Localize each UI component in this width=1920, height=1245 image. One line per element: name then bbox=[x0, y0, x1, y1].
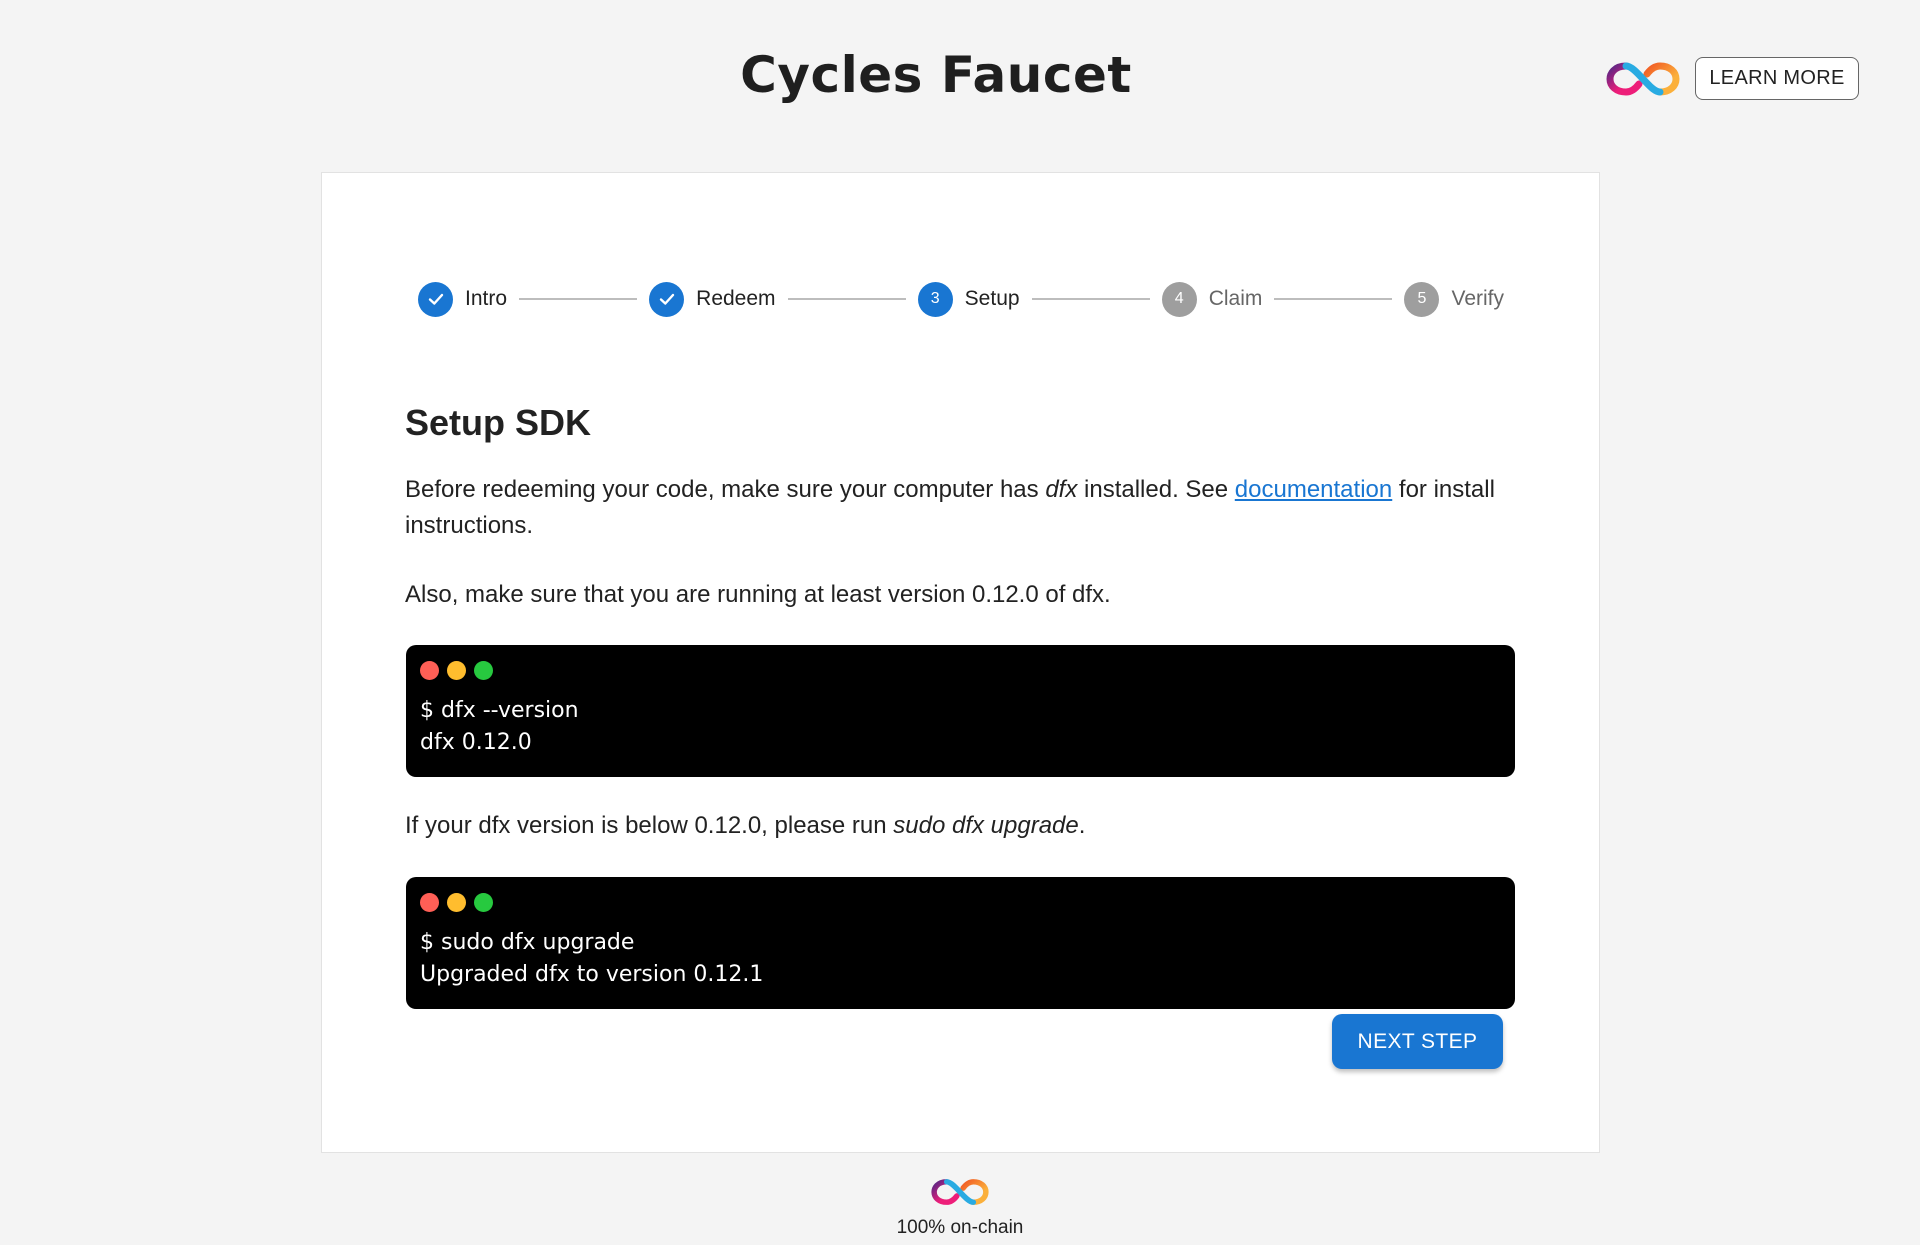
step-label: Intro bbox=[465, 287, 508, 310]
step-redeem: Redeem bbox=[649, 281, 776, 317]
intro-text: Before redeeming your code, make sure yo… bbox=[405, 476, 1046, 503]
intro-paragraph: Before redeeming your code, make sure yo… bbox=[405, 472, 1515, 544]
documentation-link[interactable]: documentation bbox=[1235, 476, 1392, 503]
upgrade-text: If your dfx version is below 0.12.0, ple… bbox=[405, 812, 894, 839]
terminal-line: $ dfx --version bbox=[420, 698, 579, 723]
step-label: Verify bbox=[1451, 287, 1505, 310]
green-dot-icon bbox=[474, 893, 493, 912]
step-connector bbox=[519, 298, 638, 300]
step-setup: 3 Setup bbox=[917, 281, 1020, 317]
window-controls bbox=[420, 661, 1501, 681]
next-step-button[interactable]: NEXT STEP bbox=[1332, 1014, 1503, 1069]
terminal-version: $ dfx --version dfx 0.12.0 bbox=[406, 645, 1515, 777]
terminal-line: dfx 0.12.0 bbox=[420, 730, 532, 755]
step-number-icon: 4 bbox=[1161, 281, 1197, 317]
step-connector bbox=[1031, 298, 1150, 300]
yellow-dot-icon bbox=[447, 661, 466, 680]
terminal-upgrade: $ sudo dfx upgrade Upgraded dfx to versi… bbox=[406, 877, 1515, 1009]
footer-text: 100% on-chain bbox=[896, 1217, 1024, 1238]
infinity-logo-icon bbox=[931, 1179, 989, 1205]
window-controls bbox=[420, 893, 1501, 913]
step-verify: 5 Verify bbox=[1404, 281, 1505, 317]
upgrade-text: . bbox=[1078, 812, 1086, 839]
red-dot-icon bbox=[420, 661, 439, 680]
check-icon bbox=[649, 281, 685, 317]
yellow-dot-icon bbox=[447, 893, 466, 912]
step-label: Setup bbox=[964, 287, 1020, 310]
page-title: Cycles Faucet bbox=[740, 46, 1132, 104]
upgrade-command: sudo dfx upgrade bbox=[893, 812, 1079, 839]
step-label: Claim bbox=[1208, 287, 1263, 310]
step-label: Redeem bbox=[696, 287, 776, 310]
section-heading: Setup SDK bbox=[405, 402, 592, 443]
red-dot-icon bbox=[420, 893, 439, 912]
stepper: Intro Redeem 3 Setup 4 Claim 5 Verify bbox=[418, 280, 1504, 318]
intro-text: installed. See bbox=[1077, 476, 1235, 503]
check-icon bbox=[418, 281, 453, 317]
step-connector bbox=[1274, 298, 1393, 300]
version-note: Also, make sure that you are running at … bbox=[405, 581, 1111, 608]
terminal-line: Upgraded dfx to version 0.12.1 bbox=[420, 962, 764, 987]
green-dot-icon bbox=[474, 661, 493, 680]
step-number-icon: 5 bbox=[1404, 281, 1440, 317]
step-connector bbox=[787, 298, 906, 300]
terminal-line: $ sudo dfx upgrade bbox=[420, 930, 635, 955]
learn-more-button[interactable]: LEARN MORE bbox=[1695, 57, 1859, 100]
step-claim: 4 Claim bbox=[1161, 281, 1263, 317]
step-number-icon: 3 bbox=[917, 281, 953, 317]
dfx-emphasis: dfx bbox=[1045, 476, 1078, 503]
step-intro: Intro bbox=[418, 281, 508, 317]
upgrade-paragraph: If your dfx version is below 0.12.0, ple… bbox=[405, 808, 1515, 844]
infinity-logo-icon bbox=[1606, 62, 1680, 96]
